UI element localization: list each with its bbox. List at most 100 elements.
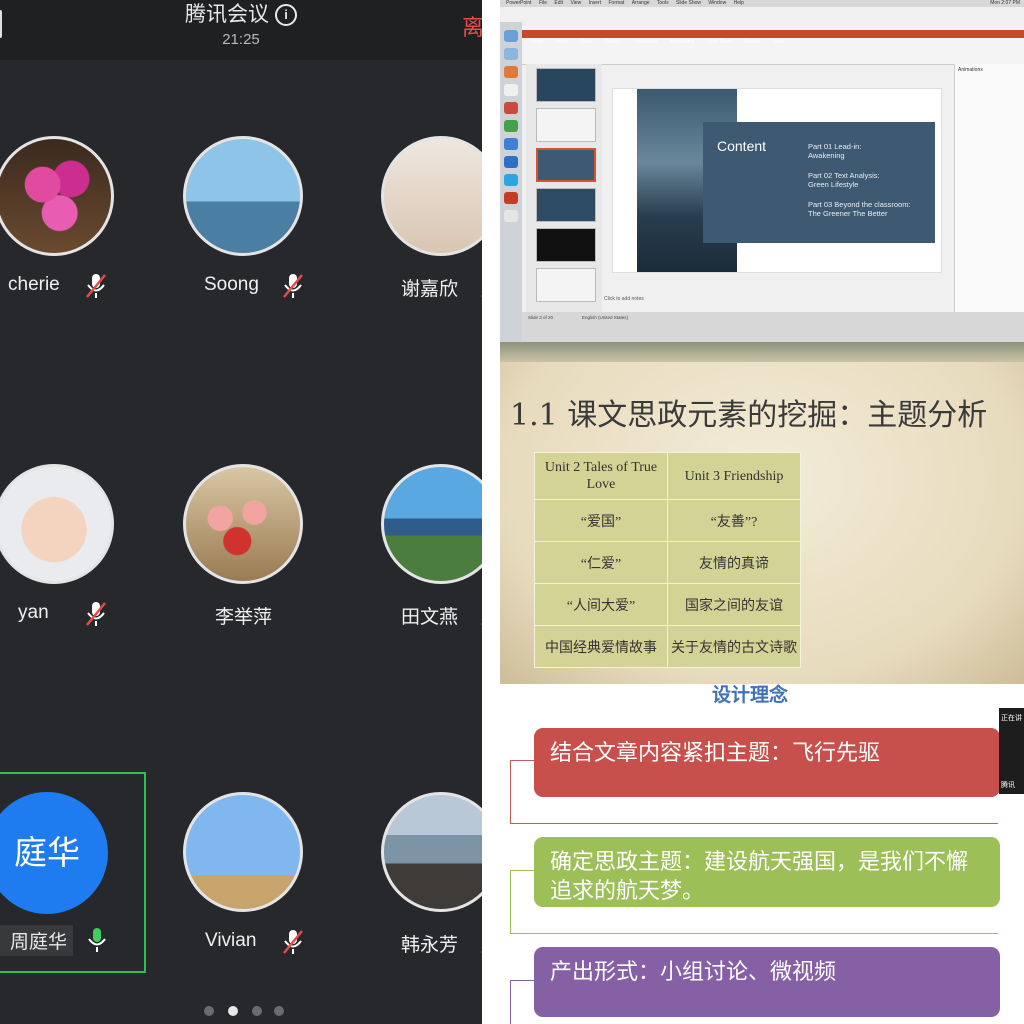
word-icon[interactable] — [504, 156, 518, 168]
design-item: 确定思政主题：建设航天强国，是我们不懈追求的航天梦。 — [534, 837, 1000, 907]
theme-analysis-slide: 1.1 课文思政元素的挖掘：主题分析 Unit 2 Tales of True … — [500, 342, 1024, 684]
part-item: Part 01 Lead-in: Awakening — [808, 142, 862, 160]
participant-tile[interactable]: Soong — [169, 136, 319, 336]
app-icon[interactable] — [504, 102, 518, 114]
theme-table: Unit 2 Tales of True Love Unit 3 Friends… — [534, 452, 801, 668]
app-icon[interactable] — [504, 210, 518, 222]
menu-view[interactable]: View — [570, 0, 581, 6]
part-item: Part 03 Beyond the classroom: The Greene… — [808, 200, 911, 218]
app-icon[interactable] — [504, 48, 518, 60]
table-row: 中国经典爱情故事 关于友情的古文诗歌 — [534, 625, 801, 668]
leave-button[interactable]: 离 — [462, 10, 482, 42]
menu-edit[interactable]: Edit — [554, 0, 563, 6]
participant-name: yan — [18, 602, 49, 623]
menu-help[interactable]: Help — [734, 0, 744, 6]
participant-tile[interactable]: 田文燕 — [367, 464, 482, 664]
menu-window[interactable]: Window — [708, 0, 726, 6]
menu-arrange[interactable]: Arrange — [632, 0, 650, 6]
slide-thumbnail[interactable] — [536, 268, 596, 302]
app-icon[interactable] — [504, 120, 518, 132]
notes-placeholder[interactable]: Click to add notes — [604, 296, 644, 302]
menu-app[interactable]: PowerPoint — [506, 0, 532, 6]
app-icon[interactable] — [504, 174, 518, 186]
design-concept-slide: 设计理念 结合文章内容紧扣主题：飞行先驱 确定思政主题：建设航天强国，是我们不懈… — [500, 684, 1024, 1024]
page-dot-active[interactable] — [228, 1006, 238, 1016]
avatar — [183, 136, 303, 256]
tab-view[interactable]: View — [773, 39, 784, 45]
mic-muted-icon — [86, 274, 106, 298]
page-dot[interactable] — [204, 1006, 214, 1016]
table-cell: “人间大爱” — [534, 583, 668, 626]
page-dot[interactable] — [274, 1006, 284, 1016]
powerpoint-window: PowerPoint File Edit View Insert Format … — [500, 0, 1024, 342]
mic-on-icon — [88, 928, 106, 952]
menu-format[interactable]: Format — [608, 0, 624, 6]
mic-muted-icon — [283, 930, 303, 954]
tab-transitions[interactable]: Transitions — [633, 39, 657, 45]
speaking-label: 正在讲 — [1001, 715, 1022, 722]
slide-thumbnail[interactable] — [536, 108, 596, 142]
menu-file[interactable]: File — [539, 0, 547, 6]
table-cell: “友善”? — [667, 499, 801, 542]
avatar — [183, 464, 303, 584]
calendar-icon[interactable] — [504, 84, 518, 96]
participant-name: 李举萍 — [215, 607, 273, 628]
tab-slideshow[interactable]: Slide Show — [707, 39, 732, 45]
meeting-panel: 腾讯会议 i 21:25 离 cherie Soong 谢嘉欣 yan 李举萍 田… — [0, 0, 482, 1024]
avatar — [183, 792, 303, 912]
table-header-row: Unit 2 Tales of True Love Unit 3 Friends… — [534, 452, 801, 500]
avatar — [0, 136, 114, 256]
participant-name: Soong — [204, 274, 259, 295]
page-dot[interactable] — [252, 1006, 262, 1016]
slide-thumbnails — [526, 64, 602, 312]
mic-muted-icon — [283, 274, 303, 298]
participant-tile[interactable]: 韩永芳 — [367, 792, 482, 992]
tab-draw[interactable]: Draw — [581, 39, 593, 45]
speaker-mini-window[interactable]: 正在讲 腾讯 — [999, 708, 1024, 794]
status-bar: Slide 3 of 20 English (United States) — [522, 312, 1024, 342]
tab-home[interactable]: Home — [530, 39, 543, 45]
slide-count: Slide 3 of 20 — [528, 315, 554, 320]
tab-design[interactable]: Design — [605, 39, 621, 45]
tab-animations[interactable]: Animations — [670, 39, 695, 45]
participant-tile[interactable]: 李举萍 — [169, 464, 319, 664]
slide-thumbnail[interactable] — [536, 188, 596, 222]
tab-review[interactable]: Review — [744, 39, 760, 45]
participant-tile[interactable]: Vivian — [169, 792, 319, 992]
finder-icon[interactable] — [504, 30, 518, 42]
table-cell: “仁爱” — [534, 541, 668, 584]
slide-thumbnail[interactable] — [536, 68, 596, 102]
menu-tools[interactable]: Tools — [657, 0, 669, 6]
meeting-time: 21:25 — [222, 31, 260, 48]
page-indicator[interactable] — [204, 1004, 294, 1018]
participant-tile[interactable]: cherie — [0, 136, 130, 336]
slide-thumbnail[interactable] — [536, 228, 596, 262]
powerpoint-icon[interactable] — [504, 192, 518, 204]
avatar — [381, 792, 482, 912]
part-item: Part 02 Text Analysis: Green Lifestyle — [808, 171, 880, 189]
tab-insert[interactable]: Insert — [556, 39, 569, 45]
avatar — [381, 464, 482, 584]
info-icon[interactable]: i — [275, 4, 297, 26]
menu-slideshow[interactable]: Slide Show — [676, 0, 701, 6]
design-item: 结合文章内容紧扣主题：飞行先驱 — [534, 728, 1000, 797]
menu-insert[interactable]: Insert — [589, 0, 602, 6]
app-icon[interactable] — [504, 138, 518, 150]
avatar — [381, 136, 482, 256]
participant-name: 韩永芳 — [401, 935, 459, 956]
slide-canvas[interactable]: Content Part 01 Lead-in: Awakening Part … — [612, 88, 942, 273]
design-title: 设计理念 — [712, 685, 789, 706]
participant-name: 谢嘉欣 — [401, 279, 459, 300]
participant-name: 田文燕 — [401, 607, 459, 628]
participant-tile[interactable]: yan — [0, 464, 130, 664]
language-status: English (United States) — [582, 315, 629, 320]
slide-thumbnail-selected[interactable] — [536, 148, 596, 182]
table-row: “爱国” “友善”? — [534, 499, 801, 542]
mic-muted-icon — [86, 602, 106, 626]
participant-name: cherie — [8, 274, 60, 295]
table-cell: 国家之间的友谊 — [667, 583, 801, 626]
mac-menubar: PowerPoint File Edit View Insert Format … — [500, 0, 1024, 7]
participant-tile[interactable]: 谢嘉欣 — [367, 136, 482, 336]
animations-pane: Animations — [954, 64, 1024, 312]
app-icon[interactable] — [504, 66, 518, 78]
